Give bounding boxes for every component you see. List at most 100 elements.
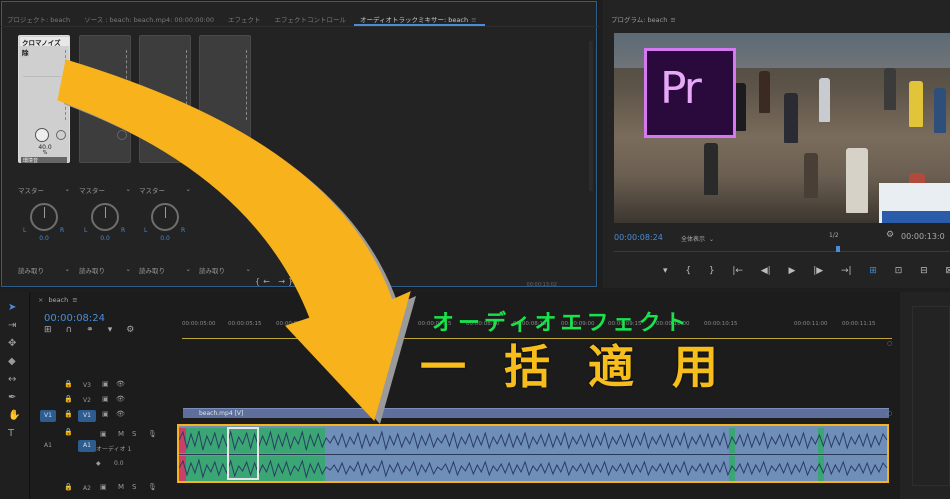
export-frame-icon[interactable]: ⊟ — [920, 266, 928, 276]
pan-knob-2[interactable] — [91, 203, 119, 231]
playback-resolution-dropdown[interactable]: 1/2 — [829, 232, 839, 239]
automation-mode-2[interactable]: 読み取り ⌄ — [79, 265, 131, 275]
track-name-v2[interactable]: V2 — [78, 395, 96, 407]
mark-in-icon[interactable]: { — [685, 266, 691, 276]
lock-icon[interactable]: 🔒 — [64, 395, 73, 403]
microphone-icon[interactable]: 🎙 — [148, 430, 157, 438]
eye-icon[interactable]: 👁 — [116, 395, 125, 403]
hand-tool-icon[interactable]: ✋ — [8, 410, 20, 421]
tab-source[interactable]: ソース : beach: beach.mp4: 00:00:00:00 — [78, 9, 222, 26]
effect-fader-4[interactable] — [199, 35, 251, 163]
microphone-icon[interactable]: 🎙 — [148, 483, 157, 491]
tab-project[interactable]: プロジェクト: beach — [1, 9, 78, 26]
selection-tool-icon[interactable]: ➤ — [8, 302, 16, 313]
pan-value-1[interactable]: 0.0 — [18, 235, 70, 242]
automation-mode-3[interactable]: 読み取り ⌄ — [139, 265, 191, 275]
close-icon[interactable]: × — [38, 296, 43, 304]
effect-bypass-icon[interactable] — [177, 130, 187, 140]
tab-effect-controls[interactable]: エフェクトコントロール — [269, 9, 355, 26]
pan-knob-1[interactable] — [30, 203, 58, 231]
source-patch-v1[interactable]: V1 — [40, 410, 56, 422]
source-patch-a1[interactable]: A1 — [40, 440, 56, 452]
compare-view-icon[interactable]: ⊠ — [945, 266, 950, 276]
tab-audio-track-mixer[interactable]: オーディオトラックミキサー: beach ≡ — [354, 9, 485, 26]
pan-value-3[interactable]: 0.0 — [139, 235, 191, 242]
track-select-tool-icon[interactable]: ⇥ — [8, 320, 16, 331]
sync-lock-icon[interactable]: ▣ — [102, 410, 109, 418]
sync-lock-icon[interactable]: ▣ — [102, 395, 109, 403]
nest-icon[interactable]: ⊞ — [44, 325, 52, 335]
pan-knob-3[interactable] — [151, 203, 179, 231]
sequence-tab[interactable]: × beach ≡ — [38, 296, 78, 304]
lift-icon[interactable]: ⊞ — [869, 266, 877, 276]
timeline-timecode[interactable]: 00:00:08:24 — [44, 313, 105, 324]
track-name-a1[interactable]: A1 — [78, 440, 96, 452]
wrench-icon[interactable]: ⚙ — [126, 325, 134, 335]
effect-bypass-icon[interactable] — [56, 130, 66, 140]
go-to-in-icon[interactable]: |← — [732, 266, 743, 276]
output-select-3[interactable]: マスター ⌄ — [139, 185, 191, 195]
lock-icon[interactable]: 🔒 — [64, 380, 73, 388]
tab-effects[interactable]: エフェクト — [222, 9, 269, 26]
effect-fader-3[interactable] — [139, 35, 191, 163]
eye-icon[interactable]: 👁 — [116, 380, 125, 388]
go-to-out-icon[interactable]: →| — [841, 266, 852, 276]
slip-tool-icon[interactable]: ↔ — [8, 374, 16, 385]
eye-icon[interactable]: 👁 — [116, 410, 125, 418]
selected-clip-outline[interactable] — [227, 427, 259, 480]
type-tool-icon[interactable]: T — [8, 428, 14, 439]
effect-fader-1[interactable]: クロマノイズ除 40.0 % 環境音 — [18, 35, 70, 164]
effect-bypass-icon[interactable] — [117, 130, 127, 140]
keyframe-nav-icon[interactable]: ◆ — [96, 460, 101, 467]
wrench-icon[interactable]: ⚙ — [886, 230, 894, 240]
solo-button[interactable]: S — [132, 483, 136, 491]
pen-tool-icon[interactable]: ✒ — [8, 392, 16, 403]
audio-clips-highlight[interactable] — [177, 424, 889, 483]
extract-icon[interactable]: ⊡ — [895, 266, 903, 276]
snap-icon[interactable]: ∩ — [66, 325, 73, 335]
scroll-handle-icon[interactable]: ○ — [887, 410, 892, 417]
sync-lock-icon[interactable]: ▣ — [102, 380, 109, 388]
output-select-1[interactable]: マスター ⌄ — [18, 185, 70, 195]
lock-icon[interactable]: 🔒 — [64, 428, 73, 436]
track-name-v3[interactable]: V3 — [78, 380, 96, 392]
video-clip[interactable]: beach.mp4 [V] — [183, 408, 889, 418]
panel-menu-icon[interactable]: ≡ — [72, 296, 77, 304]
program-time-ruler[interactable] — [614, 246, 950, 252]
output-select-2[interactable]: マスター ⌄ — [79, 185, 131, 195]
effect-amount-knob[interactable] — [35, 128, 49, 142]
sync-lock-icon[interactable]: ▣ — [100, 483, 107, 491]
effect-fader-2[interactable] — [79, 35, 131, 163]
ripple-edit-tool-icon[interactable]: ✥ — [8, 338, 16, 349]
sync-lock-icon[interactable]: ▣ — [100, 430, 107, 438]
step-forward-icon[interactable]: |▶ — [813, 266, 823, 276]
add-marker-icon[interactable]: ▾ — [663, 266, 668, 276]
zoom-fit-dropdown[interactable]: 全体表示 ⌄ — [681, 234, 714, 243]
mute-button[interactable]: M — [118, 483, 124, 491]
step-back-icon[interactable]: ◀| — [761, 266, 771, 276]
solo-button[interactable]: S — [132, 430, 136, 438]
effect-mode-dropdown[interactable]: 環境音 — [21, 157, 67, 164]
panel-menu-icon[interactable]: ≡ — [471, 16, 476, 24]
mark-out-icon[interactable]: } — [709, 266, 715, 276]
linked-selection-icon[interactable]: ⚭ — [86, 325, 94, 335]
track-name-v1[interactable]: V1 — [78, 410, 96, 422]
lock-icon[interactable]: 🔒 — [64, 410, 73, 418]
mute-button[interactable]: M — [118, 430, 124, 438]
mixer-transport-controls[interactable]: {← →} ▶ — [255, 277, 311, 286]
program-monitor-title[interactable]: プログラム: beach ≡ — [611, 14, 676, 24]
mixer-scrollbar[interactable] — [589, 41, 593, 191]
program-timecode[interactable]: 00:00:08:24 — [614, 233, 663, 242]
automation-mode-4[interactable]: 読み取り ⌄ — [199, 265, 251, 275]
program-playhead[interactable] — [836, 246, 840, 252]
automation-mode-1[interactable]: 読み取り ⌄ — [18, 265, 70, 275]
panel-menu-icon[interactable]: ≡ — [670, 16, 675, 24]
add-marker-icon[interactable]: ▾ — [108, 325, 113, 335]
play-icon[interactable]: ▶ — [789, 266, 796, 276]
program-video-frame[interactable]: Pr — [614, 33, 950, 223]
scroll-handle-icon[interactable]: ○ — [887, 340, 892, 347]
track-volume-value[interactable]: 0.0 — [114, 460, 124, 467]
lock-icon[interactable]: 🔒 — [64, 483, 73, 491]
pan-value-2[interactable]: 0.0 — [79, 235, 131, 242]
razor-tool-icon[interactable]: ◆ — [8, 356, 16, 367]
